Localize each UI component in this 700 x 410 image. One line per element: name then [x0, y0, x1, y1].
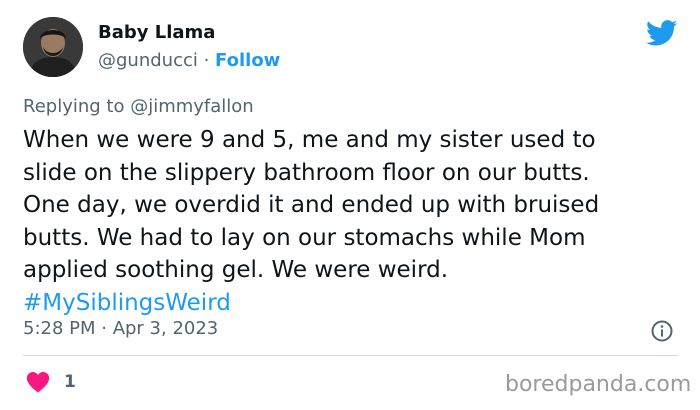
avatar[interactable] — [23, 17, 83, 77]
author-handle-line: @gunducci · Follow — [98, 50, 280, 71]
author-name[interactable]: Baby Llama — [98, 22, 215, 43]
watermark: boredpanda.com — [505, 372, 692, 397]
info-icon[interactable] — [650, 319, 674, 343]
divider — [23, 355, 678, 356]
replying-handle[interactable]: @jimmyfallon — [130, 96, 254, 117]
handle-separator: · — [197, 50, 216, 71]
twitter-bird-icon[interactable] — [646, 20, 678, 46]
tweet-timestamp[interactable]: 5:28 PM · Apr 3, 2023 — [23, 318, 218, 339]
replying-prefix: Replying to — [23, 96, 131, 117]
replying-to: Replying to @jimmyfallon — [23, 96, 254, 117]
like-count[interactable]: 1 — [64, 372, 76, 392]
avatar-photo — [23, 17, 83, 77]
heart-icon[interactable] — [26, 371, 50, 393]
tweet-body: When we were 9 and 5, me and my sister u… — [23, 127, 600, 283]
author-handle[interactable]: @gunducci — [98, 50, 198, 71]
tweet-text: When we were 9 and 5, me and my sister u… — [23, 124, 678, 319]
follow-button[interactable]: Follow — [215, 50, 280, 71]
hashtag-link[interactable]: #MySiblingsWeird — [23, 290, 231, 316]
